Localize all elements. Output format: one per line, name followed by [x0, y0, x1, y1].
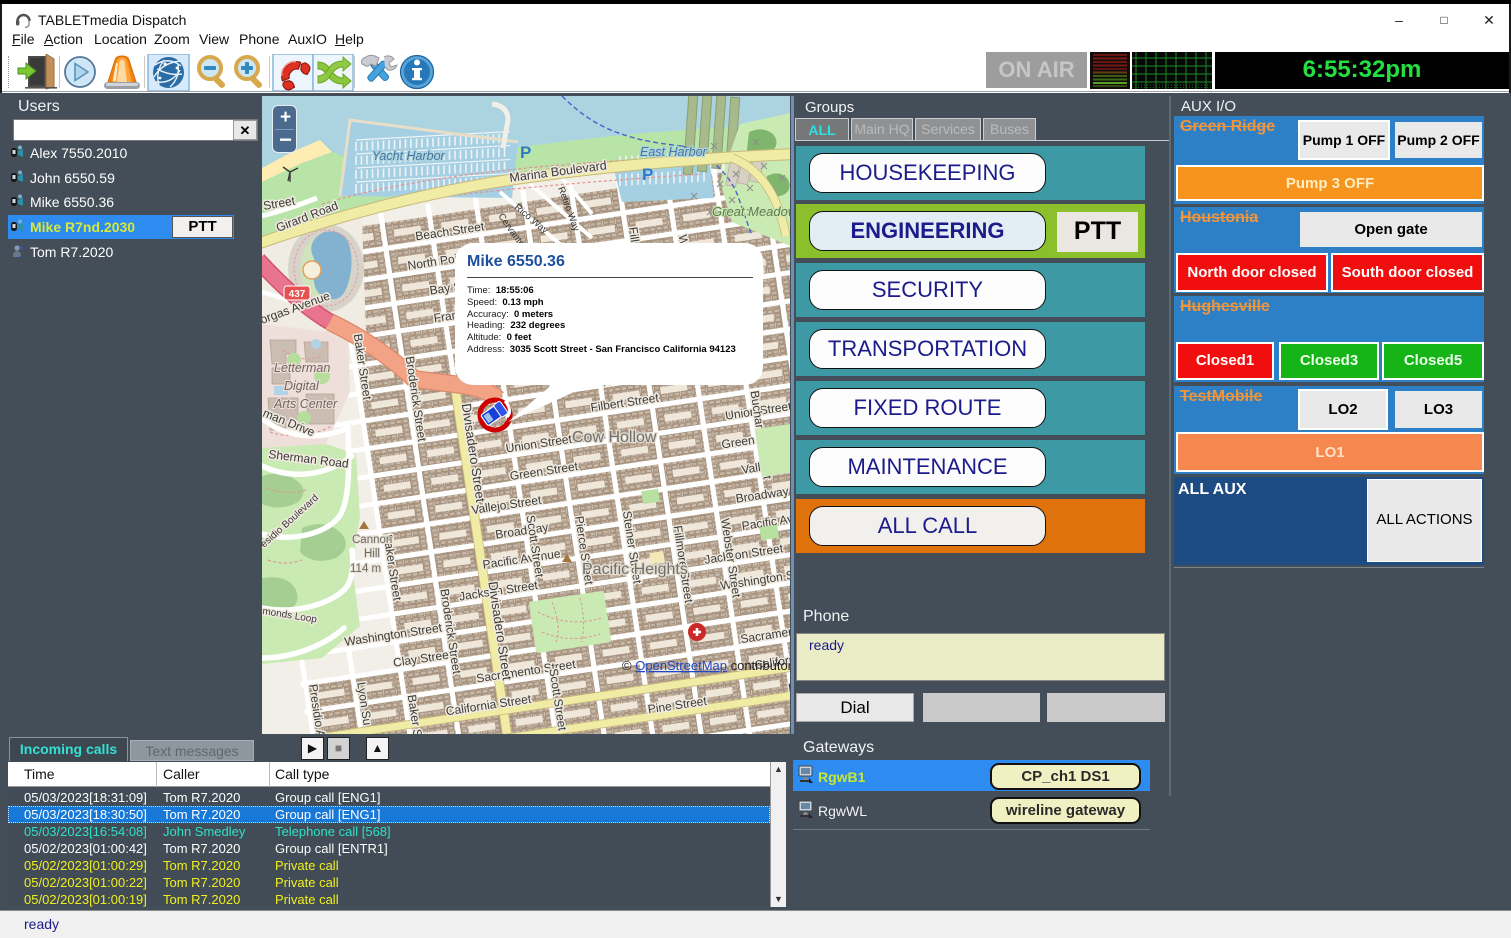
- svg-text:Arts Center: Arts Center: [273, 397, 338, 411]
- svg-text:© OpenStreetMap contributors: © OpenStreetMap contributors: [622, 658, 790, 673]
- svg-text:437: 437: [289, 289, 306, 300]
- svg-text:Pacific Heights: Pacific Heights: [582, 561, 688, 578]
- svg-text:Hill: Hill: [364, 548, 380, 560]
- svg-text:P: P: [520, 143, 531, 162]
- svg-text:East Harbor: East Harbor: [640, 145, 708, 159]
- svg-text:Cannon: Cannon: [352, 534, 392, 546]
- svg-text:Digital: Digital: [284, 379, 320, 393]
- svg-text:114 m: 114 m: [350, 563, 381, 575]
- svg-text:Letterman: Letterman: [274, 361, 330, 375]
- svg-text:Cow Hollow: Cow Hollow: [572, 429, 657, 446]
- svg-text:Yacht Harbor: Yacht Harbor: [372, 149, 446, 163]
- svg-text:Great Meadow: Great Meadow: [712, 204, 790, 219]
- svg-text:P: P: [642, 165, 653, 184]
